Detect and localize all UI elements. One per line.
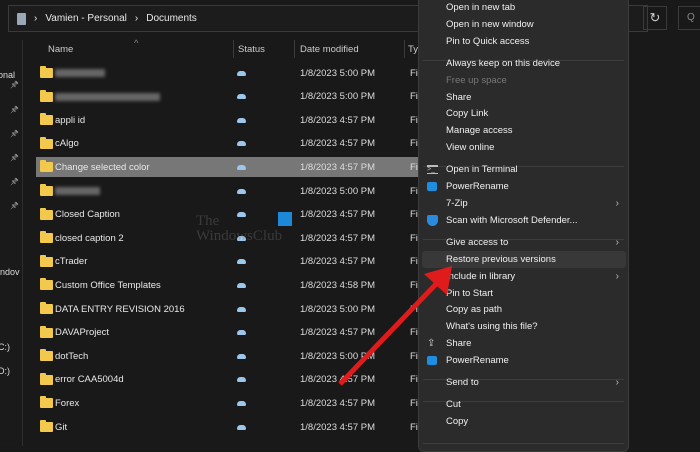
arrow-shaft	[338, 280, 440, 386]
red-arrow-annotation	[338, 266, 452, 386]
